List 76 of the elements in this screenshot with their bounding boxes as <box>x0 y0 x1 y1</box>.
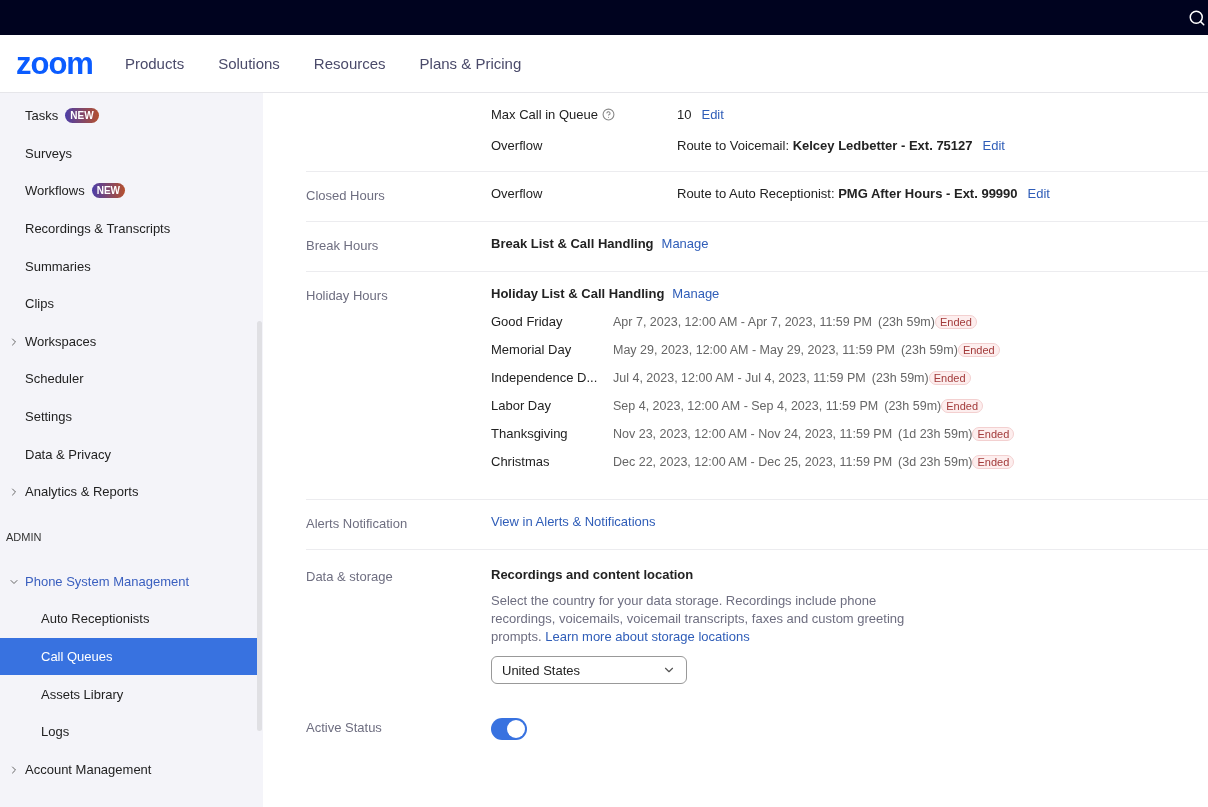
field-value: Route to Voicemail: Kelcey Ledbetter - Ext. 75127 <box>677 138 973 153</box>
sidebar-item[interactable]: Call Queues <box>0 637 258 676</box>
sidebar-item[interactable]: Surveys <box>0 134 258 173</box>
holiday-name: Independence D... <box>491 370 599 385</box>
section-label: Alerts Notification <box>306 516 408 531</box>
sidebar-item[interactable]: Logs <box>0 712 258 751</box>
holiday-duration: (3d 23h 59m) <box>898 454 973 469</box>
status-tag: Ended <box>928 370 971 385</box>
sidebar-item[interactable]: Workspaces <box>0 322 258 361</box>
edit-link[interactable]: Edit <box>1027 186 1050 201</box>
sidebar-item[interactable]: Data & Privacy <box>0 435 258 473</box>
holiday-dates: Dec 22, 2023, 12:00 AM - Dec 25, 2023, 11:59 PM <box>613 454 893 469</box>
field-value: 10 <box>677 107 692 122</box>
sidebar-item[interactable]: Account Management <box>0 750 258 789</box>
sidebar-item[interactable]: Clips <box>0 284 258 323</box>
section-heading: ADMIN <box>5 529 43 545</box>
field-value: Route to Auto Receptionist: PMG After Hours - Ext. 99990 <box>677 186 1018 201</box>
holiday-dates: Sep 4, 2023, 12:00 AM - Sep 4, 2023, 11:59 PM <box>613 398 879 413</box>
edit-link[interactable]: Edit <box>701 107 724 122</box>
alerts-link[interactable]: View in Alerts & Notifications <box>491 514 656 531</box>
sidebar-item[interactable]: Tasks NEW <box>0 97 258 135</box>
active-toggle[interactable] <box>491 718 527 740</box>
sidebar-item[interactable]: Recordings & Transcripts <box>0 209 258 248</box>
nav-link[interactable]: Solutions <box>218 55 280 72</box>
section-label: Break Hours <box>306 238 379 253</box>
field-name: Overflow <box>491 138 543 153</box>
status-tag: Ended <box>957 342 1000 357</box>
holiday-dates: Jul 4, 2023, 12:00 AM - Jul 4, 2023, 11:59 PM <box>613 370 866 385</box>
holiday-duration: (23h 59m) <box>884 398 942 413</box>
nav-link[interactable]: Products <box>124 55 185 72</box>
sidebar-item[interactable]: Analytics & Reports <box>0 472 258 511</box>
section-label: Data & storage <box>306 569 393 584</box>
storage-description: Select the country for your data storage. Recordings include phone recordings, voicemails, voicemail transcripts, faxes and custom greeting prompts. Learn more about storage locations <box>491 592 906 646</box>
field-name: Max Call in Queue <box>491 107 598 122</box>
manage-link[interactable]: Manage <box>672 286 720 301</box>
sidebar-item[interactable]: Phone System Management <box>0 562 258 601</box>
nav-link[interactable]: Plans & Pricing <box>419 55 522 72</box>
sidebar-item[interactable]: Auto Receptionists <box>0 600 258 638</box>
holiday-dates: Apr 7, 2023, 12:00 AM - Apr 7, 2023, 11:59 PM <box>613 314 872 329</box>
holiday-duration: (23h 59m) <box>900 342 958 357</box>
sidebar-item[interactable]: Settings <box>0 397 258 436</box>
new-badge: NEW <box>65 108 99 124</box>
holiday-name: Christmas <box>491 454 551 469</box>
holiday-name: Labor Day <box>491 398 552 413</box>
nav-link[interactable]: Resources <box>313 55 386 72</box>
new-badge: NEW <box>91 183 126 199</box>
storage-title: Recordings and content location <box>491 567 695 582</box>
status-tag: Ended <box>934 314 977 329</box>
holiday-dates: May 29, 2023, 12:00 AM - May 29, 2023, 11:59 PM <box>613 342 895 357</box>
field-name: Overflow <box>491 186 543 201</box>
search-icon[interactable] <box>1188 8 1206 27</box>
manage-link[interactable]: Manage <box>661 236 709 251</box>
section-label: Active Status <box>306 720 382 735</box>
storage-link[interactable]: Learn more about storage locations <box>545 629 750 644</box>
holiday-name: Memorial Day <box>491 342 573 357</box>
status-tag: Ended <box>972 454 1015 469</box>
holiday-duration: (23h 59m) <box>877 314 935 329</box>
logo[interactable]: zoom <box>16 45 93 82</box>
status-tag: Ended <box>972 426 1015 441</box>
status-tag: Ended <box>941 398 984 413</box>
list-title: Holiday List & Call Handling <box>491 286 665 301</box>
sidebar-item[interactable]: Workflows NEW <box>0 172 258 210</box>
holiday-duration: (1d 23h 59m) <box>898 426 973 441</box>
holiday-name: Thanksgiving <box>491 426 569 441</box>
sidebar-item[interactable]: Summaries <box>0 247 258 285</box>
holiday-dates: Nov 23, 2023, 12:00 AM - Nov 24, 2023, 11:59 PM <box>613 426 893 441</box>
sidebar-item[interactable]: Scheduler <box>0 360 258 398</box>
country-select[interactable]: United States <box>491 656 687 684</box>
holiday-name: Good Friday <box>491 314 564 329</box>
help-icon[interactable] <box>601 108 615 121</box>
sidebar-item[interactable]: Assets Library <box>0 675 258 713</box>
section-label: Closed Hours <box>306 188 385 203</box>
edit-link[interactable]: Edit <box>982 138 1005 153</box>
list-title: Break List & Call Handling <box>491 236 654 251</box>
holiday-duration: (23h 59m) <box>871 370 929 385</box>
section-label: Holiday Hours <box>306 288 388 303</box>
